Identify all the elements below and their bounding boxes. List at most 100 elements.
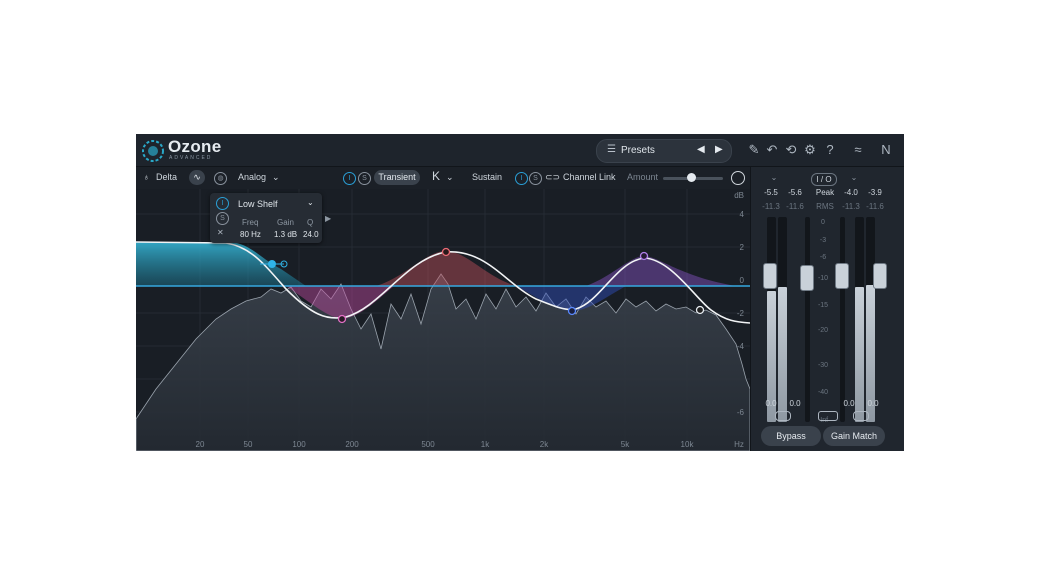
- amount-slider-knob[interactable]: [687, 173, 696, 182]
- meter-scale: -40: [817, 389, 829, 396]
- freq-header: Freq: [242, 218, 259, 227]
- freq-label: 100: [292, 440, 306, 449]
- freq-label: 5k: [621, 440, 630, 449]
- band-solo-i-icon[interactable]: I: [216, 197, 229, 210]
- close-icon[interactable]: ✕: [217, 228, 224, 237]
- chevron-down-icon[interactable]: ⌄: [446, 172, 454, 183]
- input-link-icon[interactable]: [775, 411, 791, 421]
- ni-logo-icon: N: [881, 142, 891, 157]
- chevron-down-icon[interactable]: ⌄: [307, 198, 314, 207]
- transient-solo-i-icon[interactable]: I: [343, 172, 356, 185]
- freq-label: Hz: [734, 440, 744, 449]
- rms-label: RMS: [816, 202, 834, 211]
- app-edition: ADVANCED: [169, 155, 213, 161]
- sustain-solo-s-icon[interactable]: S: [529, 172, 542, 185]
- band-solo-s-icon[interactable]: S: [216, 212, 229, 225]
- output-link-icon[interactable]: [853, 411, 869, 421]
- output-meter-right: [866, 217, 875, 422]
- presets-label[interactable]: Presets: [621, 145, 655, 156]
- output-fader-right[interactable]: [873, 263, 887, 289]
- freq-label: 20: [196, 440, 205, 449]
- delta-toggle[interactable]: Delta: [156, 172, 177, 182]
- output-gain-left[interactable]: 0.0: [839, 399, 859, 408]
- db-tick: 4: [740, 210, 745, 219]
- stereo-mode-icon[interactable]: ∿: [189, 170, 205, 185]
- output-rms-left: -11.3: [842, 202, 860, 211]
- eq-toolbar: ♁ Delta ∿ ◍ Analog ⌄ I S Transient K ⌄ S…: [136, 167, 750, 189]
- high-band-node[interactable]: [695, 305, 705, 315]
- title-bar: Ozone ADVANCED ☰ Presets ◀ ▶ ✎ ↶ ⟲ ⚙ ? ≈…: [136, 134, 904, 167]
- undo-icon[interactable]: ↶: [764, 142, 780, 158]
- input-peak-left: -5.5: [764, 188, 778, 197]
- db-tick: -4: [737, 342, 745, 351]
- next-preset-button[interactable]: ▶: [715, 144, 723, 155]
- bypass-button[interactable]: Bypass: [761, 426, 821, 446]
- q-value[interactable]: 24.0: [303, 230, 319, 239]
- red-band-node[interactable]: [441, 247, 451, 257]
- channel-link-label[interactable]: Channel Link: [563, 172, 616, 182]
- meter-scale: 0: [821, 219, 825, 226]
- gain-match-button[interactable]: Gain Match: [823, 426, 885, 446]
- amount-label: Amount: [627, 172, 659, 182]
- presets-bar[interactable]: ☰ Presets ◀ ▶: [596, 139, 732, 163]
- blue-band-node[interactable]: [567, 306, 577, 316]
- freq-label: 200: [345, 440, 359, 449]
- list-icon: ☰: [607, 144, 616, 155]
- freq-label: 2k: [540, 440, 549, 449]
- output-collapse-icon[interactable]: ⌄: [843, 173, 865, 182]
- band-popup[interactable]: I S ✕ Low Shelf ⌄ Freq Gain Q 80 Hz 1.3 …: [210, 193, 322, 243]
- output-rms-right: -11.6: [866, 202, 884, 211]
- power-icon[interactable]: [731, 171, 745, 185]
- io-toggle[interactable]: I / O: [811, 173, 837, 186]
- input-fader-right[interactable]: [800, 265, 814, 291]
- input-rms-left: -11.3: [762, 202, 780, 211]
- freq-label: 10k: [681, 440, 695, 449]
- input-collapse-icon[interactable]: ⌄: [763, 173, 785, 182]
- db-tick: -6: [737, 408, 745, 417]
- history-icon[interactable]: ⟲: [783, 142, 799, 158]
- output-fader-track[interactable]: [840, 217, 845, 422]
- help-icon[interactable]: ?: [822, 142, 838, 158]
- pencil-icon[interactable]: ✎: [746, 142, 762, 158]
- freq-label: 500: [421, 440, 435, 449]
- band-type-select[interactable]: Low Shelf: [238, 199, 278, 209]
- curve-type-icon[interactable]: K: [432, 169, 440, 183]
- ozone-logo-icon: [142, 140, 164, 162]
- purple-band-node[interactable]: [639, 251, 649, 261]
- output-gain-right[interactable]: 0.0: [863, 399, 883, 408]
- input-gain-right[interactable]: 0.0: [785, 399, 805, 408]
- popup-arrow-icon[interactable]: ▶: [325, 214, 331, 223]
- meter-scale: -3: [819, 237, 827, 244]
- analog-mode-select[interactable]: Analog: [238, 172, 266, 182]
- globe-icon[interactable]: ◍: [214, 172, 227, 185]
- assistant-icon[interactable]: ≈: [850, 142, 866, 158]
- link-icon[interactable]: ⊂⊃: [545, 172, 560, 183]
- input-fader-track[interactable]: [805, 217, 810, 422]
- gear-icon[interactable]: ⚙: [802, 142, 818, 158]
- peak-label: Peak: [815, 188, 835, 197]
- pink-band-node[interactable]: [337, 314, 347, 324]
- meter-scale: -10: [817, 275, 829, 282]
- transient-solo-s-icon[interactable]: S: [358, 172, 371, 185]
- output-meter-left: [855, 217, 864, 422]
- sustain-solo-i-icon[interactable]: I: [515, 172, 528, 185]
- freq-value[interactable]: 80 Hz: [240, 230, 261, 239]
- chevron-down-icon[interactable]: ⌄: [272, 172, 280, 183]
- gain-value[interactable]: 1.3 dB: [274, 230, 297, 239]
- previous-preset-button[interactable]: ◀: [697, 144, 705, 155]
- input-fader-left[interactable]: [763, 263, 777, 289]
- gain-header: Gain: [277, 218, 294, 227]
- transient-button[interactable]: Transient: [374, 170, 420, 185]
- meter-scale: -30: [817, 362, 829, 369]
- output-fader-left[interactable]: [835, 263, 849, 289]
- ozone-eq-window: Ozone ADVANCED ☰ Presets ◀ ▶ ✎ ↶ ⟲ ⚙ ? ≈…: [136, 134, 904, 451]
- stereo-mode-icon[interactable]: [818, 411, 838, 421]
- ear-icon[interactable]: ♁: [143, 172, 150, 182]
- input-gain-left[interactable]: 0.0: [761, 399, 781, 408]
- output-peak-left: -4.0: [844, 188, 858, 197]
- freq-label: 50: [244, 440, 253, 449]
- output-peak-right: -3.9: [868, 188, 882, 197]
- input-meter-left: [767, 217, 776, 422]
- sustain-label[interactable]: Sustain: [472, 172, 502, 182]
- input-rms-right: -11.6: [786, 202, 804, 211]
